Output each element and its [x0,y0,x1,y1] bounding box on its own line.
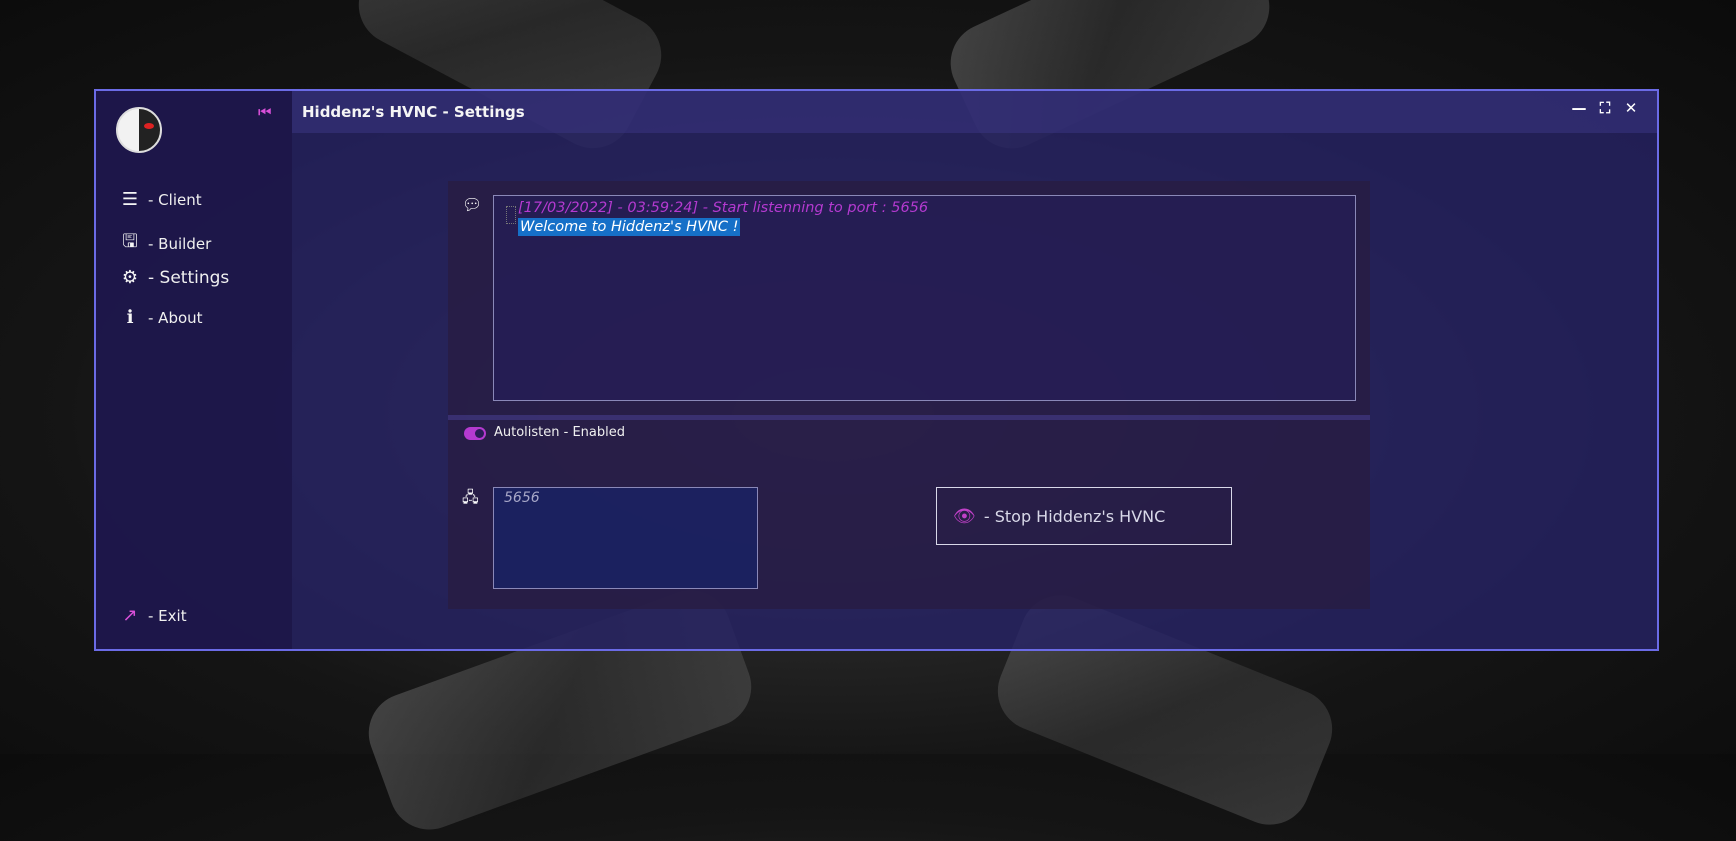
app-window: ⏮ ☰ - Client 🖫 - Builder ⚙ - Settings ℹ … [94,89,1659,651]
sidebar-item-label: - Settings [148,267,230,288]
chat-icon: 💬︎ [462,195,483,214]
sidebar-item-builder[interactable]: 🖫 - Builder [118,229,211,259]
app-logo [116,107,162,153]
autolisten-label: Autolisten - Enabled [494,425,626,440]
title-bar: Hiddenz's HVNC - Settings — ⛶ ✕ [292,91,1657,133]
divider [448,415,1370,420]
window-controls: — ⛶ ✕ [1571,99,1639,117]
log-line: [17/03/2022] - 03:59:24] - Start listenn… [518,200,929,216]
settings-panel: 💬︎ [17/03/2022] - 03:59:24] - Start list… [448,181,1370,609]
stop-button-label: - Stop Hiddenz's HVNC [983,506,1166,526]
save-icon: 🖫 [122,231,138,252]
minimize-icon[interactable]: — [1571,99,1587,117]
sidebar-item-settings[interactable]: ⚙ - Settings [118,267,229,288]
sidebar-item-label: - Exit [148,606,187,625]
network-port-icon: 🖧 [462,488,479,506]
info-icon: ℹ [126,307,134,328]
exit-icon: ↗ [122,605,138,626]
stop-hvnc-button[interactable]: 👁 - Stop Hiddenz's HVNC [936,487,1232,545]
sidebar-item-client[interactable]: ☰ - Client [118,189,202,210]
port-input[interactable]: 5656 [493,487,758,589]
sidebar-item-about[interactable]: ℹ - About [118,307,203,328]
port-value: 5656 [504,490,540,506]
gears-icon: ⚙ [121,267,139,288]
eye-icon: 👁 [953,505,976,527]
autolisten-toggle[interactable] [464,427,486,440]
sidebar: ⏮ ☰ - Client 🖫 - Builder ⚙ - Settings ℹ … [96,91,292,649]
sidebar-item-label: - Builder [148,235,212,253]
collapse-sidebar-icon[interactable]: ⏮ [258,103,272,121]
log-console[interactable]: [17/03/2022] - 03:59:24] - Start listenn… [493,195,1356,401]
list-icon: ☰ [121,189,139,210]
sidebar-item-label: - About [148,308,203,327]
log-marker [506,206,516,224]
sidebar-item-exit[interactable]: ↗ - Exit [118,605,187,626]
close-icon[interactable]: ✕ [1623,99,1639,117]
maximize-icon[interactable]: ⛶ [1597,99,1613,117]
sidebar-item-label: - Client [148,190,202,209]
log-line-selected: Welcome to Hiddenz's HVNC ! [518,218,741,236]
window-title: Hiddenz's HVNC - Settings [302,103,525,121]
